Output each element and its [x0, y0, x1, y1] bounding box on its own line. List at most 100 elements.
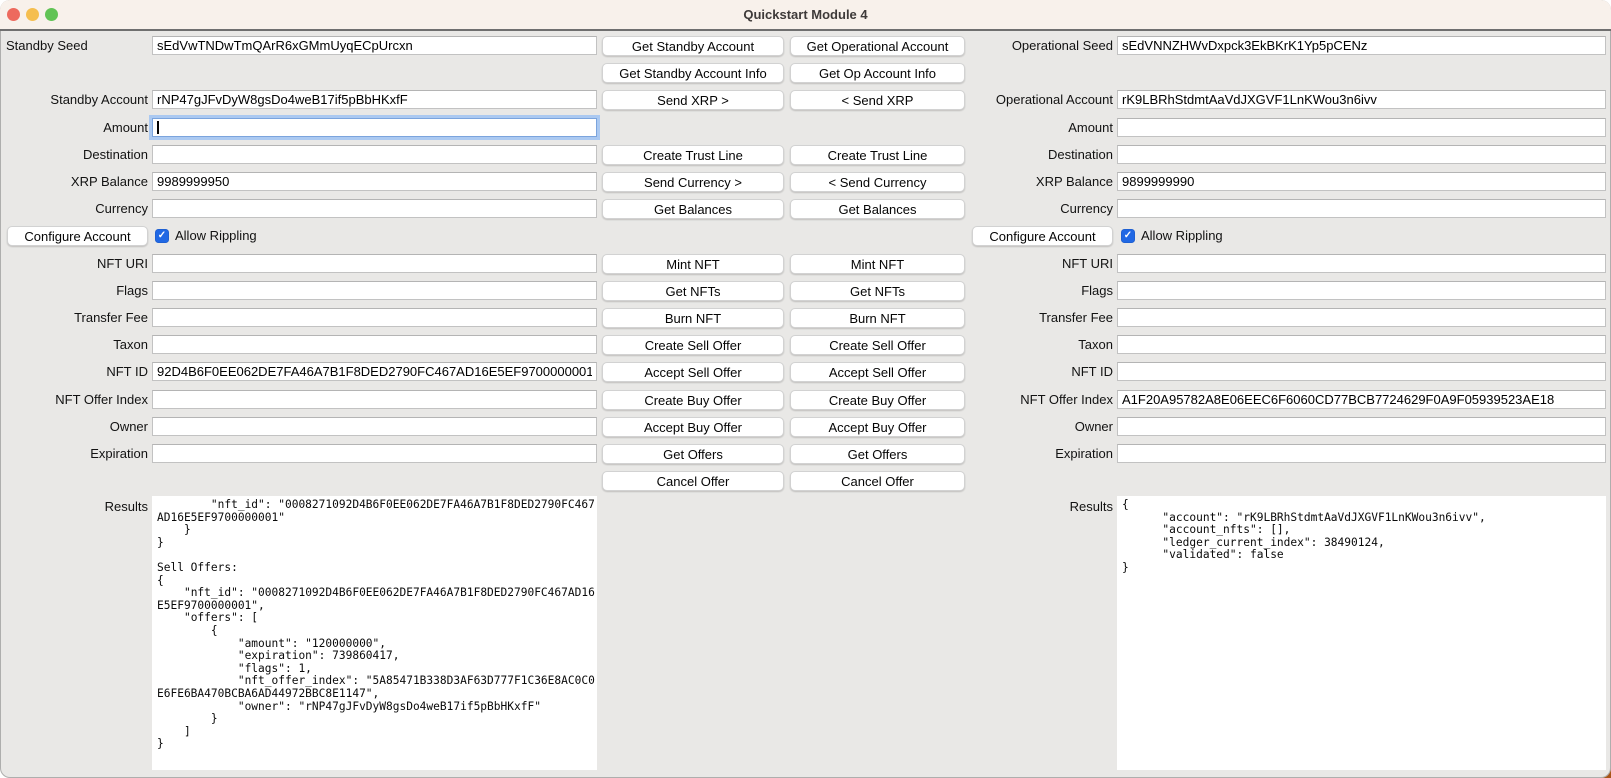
- destination-input-left[interactable]: [152, 145, 597, 164]
- xrp-balance-input-left[interactable]: [152, 172, 597, 191]
- nft-uri-label-left: NFT URI: [6, 254, 148, 273]
- expiration-input-left[interactable]: [152, 444, 597, 463]
- checkmark-icon: ✓: [155, 229, 169, 243]
- create-trust-line-button-right[interactable]: Create Trust Line: [790, 145, 965, 165]
- taxon-input-right[interactable]: [1117, 335, 1606, 354]
- operational-seed-input-right[interactable]: [1117, 36, 1606, 55]
- allow-rippling-checkbox-right[interactable]: ✓: [1121, 229, 1135, 243]
- nft-offer-index-label-right: NFT Offer Index: [962, 390, 1113, 409]
- mint-nft-button-left[interactable]: Mint NFT: [602, 254, 784, 274]
- get-standby-account-button-left[interactable]: Get Standby Account: [602, 36, 784, 56]
- get-op-account-info-button-right[interactable]: Get Op Account Info: [790, 63, 965, 83]
- expiration-label-left: Expiration: [6, 444, 148, 463]
- configure-account-button-left[interactable]: Configure Account: [7, 226, 148, 246]
- nft-offer-index-input-left[interactable]: [152, 390, 597, 409]
- standby-seed-label-left: Standby Seed: [6, 36, 148, 55]
- currency-label-right: Currency: [962, 199, 1113, 218]
- get-offers-button-left[interactable]: Get Offers: [602, 444, 784, 464]
- nft-offer-index-label-left: NFT Offer Index: [6, 390, 148, 409]
- results-output-right[interactable]: { "account": "rK9LBRhStdmtAaVdJXGVF1LnKW…: [1117, 496, 1606, 770]
- amount-label-left: Amount: [6, 118, 148, 137]
- operational-account-input-right[interactable]: [1117, 90, 1606, 109]
- xrp-balance-label-right: XRP Balance: [962, 172, 1113, 191]
- get-operational-account-button-right[interactable]: Get Operational Account: [790, 36, 965, 56]
- flags-label-right: Flags: [962, 281, 1113, 300]
- nft-id-input-right[interactable]: [1117, 362, 1606, 381]
- allow-rippling-checkbox-left[interactable]: ✓: [155, 229, 169, 243]
- window-title: Quickstart Module 4: [0, 0, 1611, 29]
- window-body: Standby Seed Operational Seed Standby Acco…: [0, 31, 1611, 778]
- owner-input-left[interactable]: [152, 417, 597, 436]
- burn-nft-button-left[interactable]: Burn NFT: [602, 308, 784, 328]
- nft-offer-index-input-right[interactable]: [1117, 390, 1606, 409]
- operational-seed-label-right: Operational Seed: [962, 36, 1113, 55]
- nft-id-input-left[interactable]: [152, 362, 597, 381]
- xrp-balance-input-right[interactable]: [1117, 172, 1606, 191]
- create-trust-line-button-left[interactable]: Create Trust Line: [602, 145, 784, 165]
- operational-account-label-right: Operational Account: [962, 90, 1113, 109]
- create-buy-offer-button-left[interactable]: Create Buy Offer: [602, 390, 784, 410]
- accept-sell-offer-button-left[interactable]: Accept Sell Offer: [602, 362, 784, 382]
- flags-input-right[interactable]: [1117, 281, 1606, 300]
- send-xrp-button-left[interactable]: Send XRP >: [602, 90, 784, 110]
- get-offers-button-right[interactable]: Get Offers: [790, 444, 965, 464]
- standby-seed-input-left[interactable]: [152, 36, 597, 55]
- accept-buy-offer-button-left[interactable]: Accept Buy Offer: [602, 417, 784, 437]
- configure-account-button-right[interactable]: Configure Account: [972, 226, 1113, 246]
- cancel-offer-button-left[interactable]: Cancel Offer: [602, 471, 784, 491]
- currency-input-right[interactable]: [1117, 199, 1606, 218]
- owner-input-right[interactable]: [1117, 417, 1606, 436]
- standby-account-label-left: Standby Account: [6, 90, 148, 109]
- titlebar[interactable]: Quickstart Module 4: [0, 0, 1611, 31]
- create-sell-offer-button-left[interactable]: Create Sell Offer: [602, 335, 784, 355]
- transfer-fee-label-left: Transfer Fee: [6, 308, 148, 327]
- results-output-left[interactable]: "nft_id": "0008271092D4B6F0EE062DE7FA46A…: [152, 496, 597, 770]
- mint-nft-button-right[interactable]: Mint NFT: [790, 254, 965, 274]
- accept-sell-offer-button-right[interactable]: Accept Sell Offer: [790, 362, 965, 382]
- destination-label-right: Destination: [962, 145, 1113, 164]
- flags-label-left: Flags: [6, 281, 148, 300]
- currency-label-left: Currency: [6, 199, 148, 218]
- amount-input-right[interactable]: [1117, 118, 1606, 137]
- checkmark-icon: ✓: [1121, 229, 1135, 243]
- send-currency-button-left[interactable]: Send Currency >: [602, 172, 784, 192]
- transfer-fee-input-left[interactable]: [152, 308, 597, 327]
- get-balances-button-left[interactable]: Get Balances: [602, 199, 784, 219]
- nft-id-label-right: NFT ID: [962, 362, 1113, 381]
- accept-buy-offer-button-right[interactable]: Accept Buy Offer: [790, 417, 965, 437]
- nft-uri-input-left[interactable]: [152, 254, 597, 273]
- destination-label-left: Destination: [6, 145, 148, 164]
- text-cursor: [157, 121, 159, 134]
- owner-label-right: Owner: [962, 417, 1113, 436]
- cancel-offer-button-right[interactable]: Cancel Offer: [790, 471, 965, 491]
- get-nfts-button-right[interactable]: Get NFTs: [790, 281, 965, 301]
- burn-nft-button-right[interactable]: Burn NFT: [790, 308, 965, 328]
- results-label-left: Results: [6, 500, 148, 514]
- currency-input-left[interactable]: [152, 199, 597, 218]
- xrp-balance-label-left: XRP Balance: [6, 172, 148, 191]
- create-buy-offer-button-right[interactable]: Create Buy Offer: [790, 390, 965, 410]
- expiration-input-right[interactable]: [1117, 444, 1606, 463]
- flags-input-left[interactable]: [152, 281, 597, 300]
- window: Quickstart Module 4 Standby Seed Operatio…: [0, 0, 1611, 778]
- transfer-fee-input-right[interactable]: [1117, 308, 1606, 327]
- create-sell-offer-button-right[interactable]: Create Sell Offer: [790, 335, 965, 355]
- get-nfts-button-left[interactable]: Get NFTs: [602, 281, 784, 301]
- get-balances-button-right[interactable]: Get Balances: [790, 199, 965, 219]
- standby-account-input-left[interactable]: [152, 90, 597, 109]
- amount-input-left[interactable]: [152, 118, 597, 137]
- taxon-input-left[interactable]: [152, 335, 597, 354]
- destination-input-right[interactable]: [1117, 145, 1606, 164]
- send-currency-button-right[interactable]: < Send Currency: [790, 172, 965, 192]
- allow-rippling-label-left: Allow Rippling: [175, 226, 305, 245]
- nft-id-label-left: NFT ID: [6, 362, 148, 381]
- nft-uri-label-right: NFT URI: [962, 254, 1113, 273]
- allow-rippling-label-right: Allow Rippling: [1141, 226, 1271, 245]
- transfer-fee-label-right: Transfer Fee: [962, 308, 1113, 327]
- get-standby-account-info-button-left[interactable]: Get Standby Account Info: [602, 63, 784, 83]
- owner-label-left: Owner: [6, 417, 148, 436]
- amount-label-right: Amount: [962, 118, 1113, 137]
- results-label-right: Results: [962, 500, 1113, 514]
- nft-uri-input-right[interactable]: [1117, 254, 1606, 273]
- send-xrp-button-right[interactable]: < Send XRP: [790, 90, 965, 110]
